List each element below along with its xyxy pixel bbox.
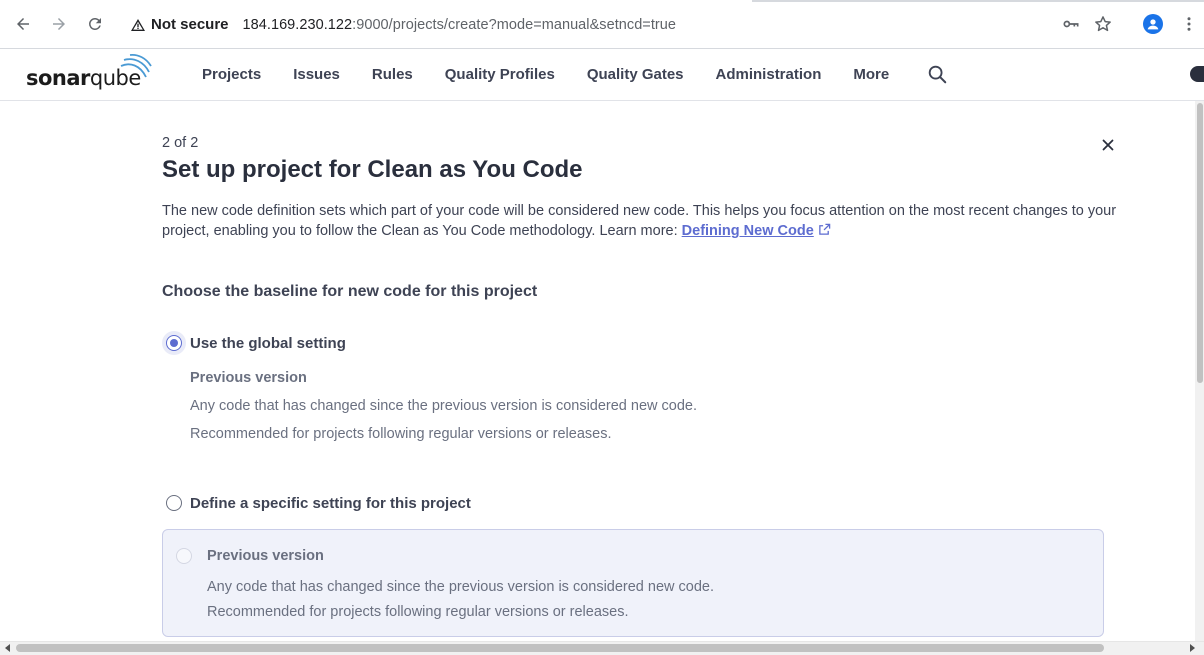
avatar xyxy=(1143,14,1163,34)
security-indicator[interactable]: Not secure xyxy=(130,16,229,33)
defining-new-code-link[interactable]: Defining New Code xyxy=(682,223,814,239)
vertical-dots-icon xyxy=(1187,17,1191,31)
page-title: Set up project for Clean as You Code xyxy=(162,156,583,183)
triangle-right-icon xyxy=(1190,644,1195,652)
warning-triangle-icon xyxy=(131,18,145,31)
specific-setting-option[interactable]: Define a specific setting for this proje… xyxy=(162,491,471,515)
main-menu: Projects Issues Rules Quality Profiles Q… xyxy=(186,49,905,100)
section-title: Choose the baseline for new code for thi… xyxy=(162,283,538,300)
key-icon xyxy=(1063,20,1079,28)
browser-toolbar: Not secure 184.169.230.122:9000/projects… xyxy=(0,0,1204,49)
global-setting-option[interactable]: Use the global setting xyxy=(162,331,346,355)
scroll-left-button[interactable] xyxy=(2,642,14,654)
logo-waves-icon xyxy=(120,53,152,78)
scroll-right-button[interactable] xyxy=(1186,642,1198,654)
tab-strip-edge xyxy=(752,0,1204,2)
password-key-button[interactable] xyxy=(1059,12,1083,36)
search-button[interactable] xyxy=(926,63,948,85)
user-avatar-partial[interactable] xyxy=(1190,66,1204,82)
reload-icon xyxy=(89,17,101,30)
step-indicator: 2 of 2 xyxy=(162,135,199,151)
menu-quality-gates[interactable]: Quality Gates xyxy=(571,66,700,83)
page-description: The new code definition sets which part … xyxy=(162,201,1132,241)
previous-version-panel: Previous version Any code that has chang… xyxy=(162,529,1104,637)
menu-more[interactable]: More xyxy=(837,66,905,83)
profile-button[interactable] xyxy=(1141,12,1165,36)
specific-setting-radio[interactable] xyxy=(166,495,182,511)
vertical-scroll-thumb[interactable] xyxy=(1197,103,1203,383)
menu-administration[interactable]: Administration xyxy=(700,66,838,83)
triangle-left-icon xyxy=(5,644,10,652)
sonarqube-logo[interactable]: sonarqube xyxy=(26,53,152,93)
app-header: sonarqube Projects Issues Rules Quality … xyxy=(0,49,1204,101)
security-label: Not secure xyxy=(151,16,229,33)
url-path: :9000/projects/create?mode=manual&setncd… xyxy=(352,16,677,33)
address-bar[interactable]: Not secure 184.169.230.122:9000/projects… xyxy=(120,9,1130,40)
star-icon xyxy=(1095,16,1111,32)
description-text: The new code definition sets which part … xyxy=(162,203,1117,239)
panel-title: Previous version xyxy=(207,548,324,564)
previous-version-radio[interactable] xyxy=(176,548,192,564)
browser-menu-button[interactable] xyxy=(1177,12,1201,36)
global-setting-subtitle: Previous version xyxy=(190,370,307,386)
reload-button[interactable] xyxy=(83,12,107,36)
menu-issues[interactable]: Issues xyxy=(277,66,356,83)
global-setting-line1: Any code that has changed since the prev… xyxy=(190,398,698,414)
person-icon xyxy=(1147,19,1159,30)
close-button[interactable] xyxy=(1100,137,1116,153)
menu-quality-profiles[interactable]: Quality Profiles xyxy=(429,66,571,83)
url-host: 184.169.230.122 xyxy=(242,16,353,33)
external-link-icon xyxy=(818,223,831,235)
specific-setting-label: Define a specific setting for this proje… xyxy=(190,494,471,512)
menu-rules[interactable]: Rules xyxy=(356,66,429,83)
horizontal-scroll-thumb[interactable] xyxy=(16,644,1104,652)
global-setting-label: Use the global setting xyxy=(190,334,346,352)
arrow-right-icon xyxy=(53,18,65,30)
logo-text-a: sonar xyxy=(26,66,90,90)
bookmark-button[interactable] xyxy=(1091,12,1115,36)
global-setting-radio[interactable] xyxy=(162,331,186,355)
panel-line2: Recommended for projects following regul… xyxy=(207,604,629,620)
url-text[interactable]: 184.169.230.122:9000/projects/create?mod… xyxy=(243,17,676,33)
global-setting-line2: Recommended for projects following regul… xyxy=(190,426,612,442)
forward-button[interactable] xyxy=(47,12,71,36)
panel-line1: Any code that has changed since the prev… xyxy=(207,579,715,595)
close-icon xyxy=(1102,139,1114,151)
search-icon xyxy=(928,65,947,84)
link-label: Defining New Code xyxy=(681,223,814,239)
radio-selected-dot xyxy=(170,339,178,347)
radio-ring xyxy=(166,335,182,351)
back-button[interactable] xyxy=(11,12,35,36)
arrow-left-icon xyxy=(17,18,29,30)
menu-projects[interactable]: Projects xyxy=(186,66,277,83)
